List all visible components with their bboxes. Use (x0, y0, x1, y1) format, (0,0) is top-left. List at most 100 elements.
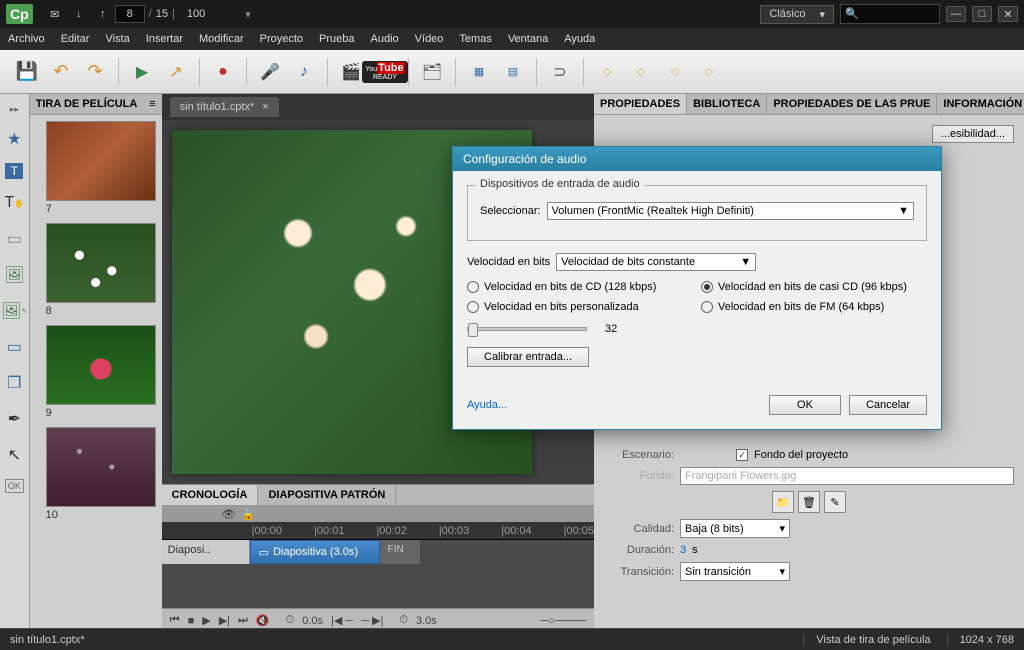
next-marker-icon[interactable]: ─ ▶| (361, 614, 383, 627)
step-icon[interactable]: ▶| (219, 614, 230, 627)
pointer-tool-icon[interactable]: ↖ (2, 443, 26, 467)
tab-propiedades[interactable]: PROPIEDADES (594, 94, 687, 114)
layer3-icon[interactable]: ◇ (661, 58, 689, 86)
bitrate-fm-radio[interactable]: Velocidad en bits de FM (64 kbps) (701, 301, 927, 313)
menu-editar[interactable]: Editar (61, 33, 90, 45)
timeline-clip[interactable]: ▭Diapositiva (3.0s) (250, 540, 380, 564)
slides-icon[interactable]: 🗂 (418, 58, 446, 86)
save-icon[interactable]: 💾 (13, 58, 41, 86)
shape-tool-icon[interactable]: ▭ (2, 227, 26, 251)
record-icon[interactable]: ● (209, 58, 237, 86)
audio-device-dropdown[interactable]: Volumen (FrontMic (Realtek High Definiti… (547, 202, 914, 220)
export-icon[interactable]: ↗ (162, 58, 190, 86)
menu-video[interactable]: Vídeo (415, 33, 444, 45)
mail-icon[interactable]: ✉ (47, 7, 63, 21)
image-click-tool-icon[interactable]: 🖼↖ (2, 299, 26, 323)
menu-audio[interactable]: Audio (371, 33, 399, 45)
play-icon[interactable]: ▶ (128, 58, 156, 86)
menu-temas[interactable]: Temas (459, 33, 491, 45)
filmstrip-thumb[interactable]: 9 (36, 325, 156, 419)
music-icon[interactable]: ♪ (290, 58, 318, 86)
folder-icon[interactable]: 📁 (772, 491, 794, 513)
undo-icon[interactable]: ↶ (47, 58, 75, 86)
bitrate-slider[interactable] (467, 327, 587, 331)
filmstrip-thumb[interactable]: 7 (36, 121, 156, 215)
calibrate-button[interactable]: Calibrar entrada... (467, 347, 589, 367)
layer2-icon[interactable]: ◇ (627, 58, 655, 86)
filmstrip-thumb[interactable]: 8 (36, 223, 156, 317)
copy-tool-icon[interactable]: ❐ (2, 371, 26, 395)
menu-ayuda[interactable]: Ayuda (564, 33, 595, 45)
minimize-button[interactable]: — (946, 6, 966, 22)
image-tool-icon[interactable]: 🖼 (2, 263, 26, 287)
forward-icon[interactable]: ⏭ (238, 614, 248, 627)
mic-icon[interactable]: 🎤 (256, 58, 284, 86)
select-tool-icon[interactable]: ▭ (2, 335, 26, 359)
page-current-input[interactable] (115, 5, 145, 23)
grid-icon[interactable]: ▦ (465, 58, 493, 86)
menu-insertar[interactable]: Insertar (146, 33, 183, 45)
star-tool-icon[interactable]: ★ (2, 127, 26, 151)
magnet-icon[interactable]: ⊃ (546, 58, 574, 86)
bitrate-custom-radio[interactable]: Velocidad en bits personalizada (467, 301, 693, 313)
workspace-dropdown[interactable]: Clásico ▾ (760, 5, 834, 24)
filmstrip-menu-icon[interactable]: ≡ (149, 98, 155, 110)
bitrate-cd-radio[interactable]: Velocidad en bits de CD (128 kbps) (467, 281, 693, 293)
search-input[interactable]: 🔍 (840, 4, 940, 24)
trash-icon[interactable]: 🗑 (798, 491, 820, 513)
fondo-proyecto-checkbox[interactable]: ✓ (736, 449, 748, 461)
prev-marker-icon[interactable]: |◀ ─ (331, 614, 353, 627)
timeline-ruler[interactable]: |00:00 |00:01 |00:02 |00:03 |00:04 |00:0… (162, 522, 594, 540)
edit-icon[interactable]: ✎ (824, 491, 846, 513)
menu-ventana[interactable]: Ventana (508, 33, 548, 45)
pen-tool-icon[interactable]: ✒ (2, 407, 26, 431)
mute-icon[interactable]: 🔇 (256, 614, 270, 627)
video-icon[interactable]: 🎬 (337, 58, 365, 86)
play-icon[interactable]: ▶ (202, 614, 210, 627)
ok-button[interactable]: OK (769, 395, 841, 415)
document-tab[interactable]: sin título1.cptx* × (170, 97, 279, 117)
text-cursor-tool-icon[interactable]: T✋ (2, 191, 26, 215)
menu-archivo[interactable]: Archivo (8, 33, 45, 45)
tab-diapositiva-patron[interactable]: DIAPOSITIVA PATRÓN (258, 485, 396, 505)
upload-icon[interactable]: ↑ (95, 7, 111, 21)
filmstrip-body[interactable]: 7 8 9 10 (30, 115, 162, 535)
expand-icon[interactable]: ▸▸ (10, 104, 19, 115)
tab-cronologia[interactable]: CRONOLOGÍA (162, 485, 259, 505)
tab-propiedades-pruebas[interactable]: PROPIEDADES DE LAS PRUE (767, 94, 937, 114)
accessibility-button[interactable]: ...esibilidad... (932, 125, 1014, 143)
tab-info-proyecto[interactable]: INFORMACIÓN DEL PROYEC (937, 94, 1024, 114)
lock-icon[interactable]: 🔒 (242, 508, 256, 521)
tab-biblioteca[interactable]: BIBLIOTECA (687, 94, 767, 114)
cancel-button[interactable]: Cancelar (849, 395, 927, 415)
zoom-value[interactable]: 100 (187, 8, 205, 20)
menu-modificar[interactable]: Modificar (199, 33, 244, 45)
layer4-icon[interactable]: ◇ (695, 58, 723, 86)
rewind-icon[interactable]: ⏮ (170, 614, 180, 627)
transicion-dropdown[interactable]: Sin transición▾ (680, 562, 790, 581)
maximize-button[interactable]: □ (972, 6, 992, 22)
zoom-slider[interactable]: ─○──── (540, 615, 586, 627)
close-button[interactable]: ✕ (998, 6, 1018, 22)
help-link[interactable]: Ayuda... (467, 399, 507, 411)
bitrate-mode-dropdown[interactable]: Velocidad de bits constante ▼ (556, 253, 756, 271)
layer1-icon[interactable]: ◇ (593, 58, 621, 86)
stop-icon[interactable]: ■ (188, 615, 195, 627)
grid2-icon[interactable]: ▤ (499, 58, 527, 86)
menu-prueba[interactable]: Prueba (319, 33, 354, 45)
youtube-icon[interactable]: YouTubeREADY (371, 58, 399, 86)
redo-icon[interactable]: ↷ (81, 58, 109, 86)
download-icon[interactable]: ↓ (71, 7, 87, 21)
text-tool-icon[interactable]: T (5, 163, 23, 179)
ok-tool-button[interactable]: OK (5, 479, 24, 493)
filmstrip-thumb[interactable]: 10 (36, 427, 156, 521)
eye-icon[interactable]: 👁 (222, 508, 236, 521)
bitrate-nearcd-radio[interactable]: Velocidad en bits de casi CD (96 kbps) (701, 281, 927, 293)
calidad-dropdown[interactable]: Baja (8 bits)▾ (680, 519, 790, 538)
menu-vista[interactable]: Vista (105, 33, 129, 45)
duracion-value[interactable]: 3 (680, 544, 686, 556)
timeline-track[interactable]: Diaposi.. ▭Diapositiva (3.0s) FIN (162, 540, 594, 564)
menu-proyecto[interactable]: Proyecto (260, 33, 303, 45)
zoom-dropdown-icon[interactable]: ▾ (245, 8, 251, 21)
close-tab-icon[interactable]: × (262, 101, 268, 113)
